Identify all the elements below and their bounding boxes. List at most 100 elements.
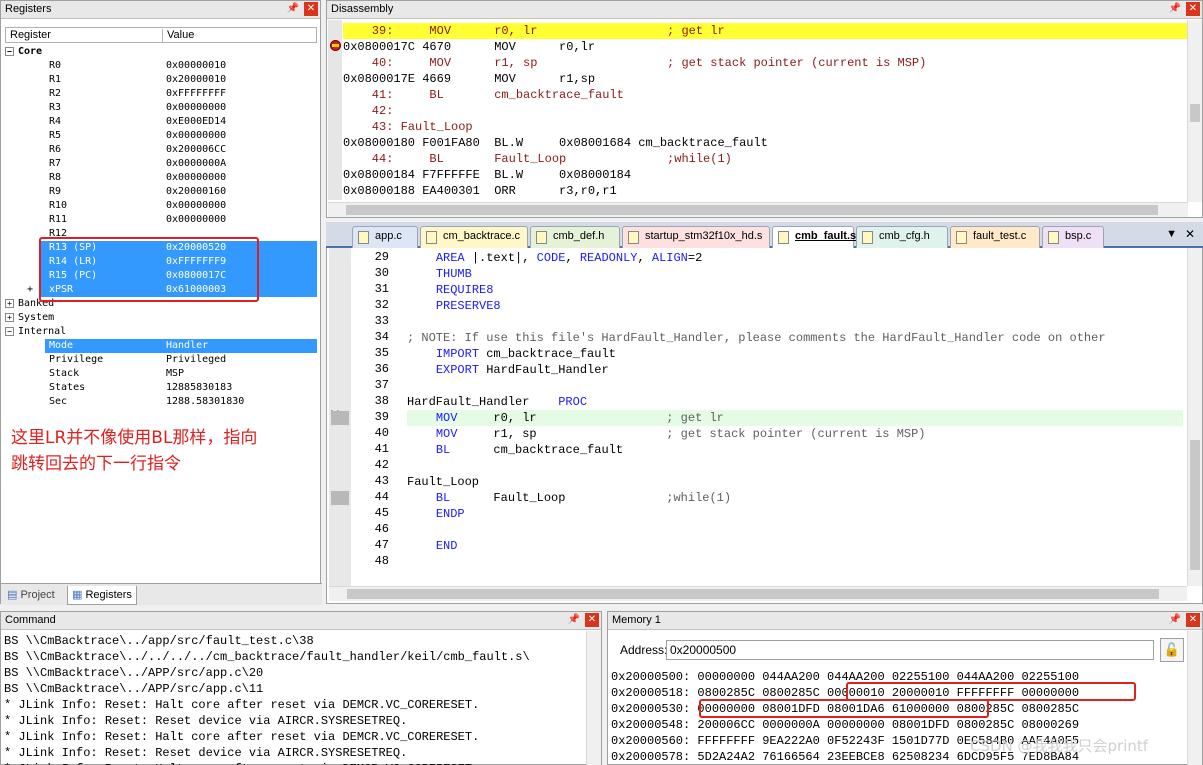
col-value[interactable]: Value [162,29,194,43]
close-icon[interactable]: ✕ [1186,613,1200,627]
disasm-line[interactable]: 0x08000180 F001FA80 BL.W 0x08001684 cm_b… [343,135,1188,151]
register-row[interactable]: R4 0xE000ED14 [5,115,317,129]
command-vscroll[interactable] [586,631,601,765]
register-row[interactable]: R2 0xFFFFFFFF [5,87,317,101]
register-value[interactable]: 0x00000000 [166,199,226,213]
code-line[interactable]: HardFault_Handler PROC [407,394,1183,410]
tab-registers[interactable]: ▦ Registers [67,586,137,605]
code-line[interactable]: END [407,538,1183,554]
register-value[interactable]: 0x00000010 [166,59,226,73]
register-row[interactable]: R3 0x00000000 [5,101,317,115]
register-row[interactable]: R0 0x00000010 [5,59,317,73]
tab-startup-stm32f10x-hd-s[interactable]: startup_stm32f10x_hd.s [622,226,770,248]
collapse-icon[interactable]: − [5,47,14,56]
tab-fault-test-c[interactable]: fault_test.c [950,226,1040,248]
code-line[interactable]: MOV r1, sp ; get stack pointer (current … [407,426,1183,442]
tab-cmb-cfg-h[interactable]: cmb_cfg.h [856,226,948,248]
address-input[interactable] [666,640,1154,660]
register-row[interactable]: R7 0x0000000A [5,157,317,171]
internal-row[interactable]: States 12885830183 [5,381,317,395]
scroll-thumb[interactable] [346,205,1158,215]
tree-system[interactable]: + System [5,311,54,325]
pin-icon[interactable]: 📌 [567,613,581,627]
tree-core[interactable]: − Core [5,45,42,59]
internal-value[interactable]: MSP [166,367,184,381]
close-icon[interactable]: ✕ [585,613,599,627]
register-value[interactable]: 0x0000000A [166,157,226,171]
code-line[interactable]: MOV r0, lr ; get lr [407,410,1183,426]
code-line[interactable] [407,554,1183,570]
register-value[interactable]: 0xFFFFFFFF [166,87,226,101]
register-value[interactable]: 0xE000ED14 [166,115,226,129]
internal-row[interactable]: Privilege Privileged [5,353,317,367]
internal-value[interactable]: 12885830183 [166,381,232,395]
register-row[interactable]: R10 0x00000000 [5,199,317,213]
register-row[interactable]: R1 0x20000010 [5,73,317,87]
disasm-line[interactable]: 0x0800017C 4670 MOV r0,lr [343,39,1188,55]
register-value[interactable]: 0x00000000 [166,171,226,185]
source-line[interactable]: 41: BL cm_backtrace_fault [343,87,1188,103]
code-line[interactable]: REQUIRE8 [407,282,1183,298]
internal-value[interactable]: 1288.58301830 [166,395,244,409]
scroll-thumb[interactable] [1190,440,1200,570]
code-line[interactable] [407,378,1183,394]
tab-project[interactable]: ▤ Project [3,586,59,605]
expand-icon[interactable]: + [27,283,33,297]
scroll-thumb[interactable] [347,589,1159,599]
code-line[interactable]: BL cm_backtrace_fault [407,442,1183,458]
tab-close-icon[interactable]: ✕ [1185,227,1195,241]
editor-vscroll[interactable] [1187,248,1202,586]
code-line[interactable]: PRESERVE8 [407,298,1183,314]
pin-icon[interactable]: 📌 [1168,613,1182,627]
source-line[interactable]: 44: BL Fault_Loop ;while(1) [343,151,1188,167]
code-line[interactable] [407,314,1183,330]
code-line[interactable]: Fault_Loop [407,474,1183,490]
register-value[interactable]: 0x200006CC [166,143,226,157]
close-icon[interactable]: ✕ [1186,2,1200,16]
tab-cmb-def-h[interactable]: cmb_def.h [530,226,620,248]
register-row[interactable]: R8 0x00000000 [5,171,317,185]
register-value[interactable]: 0x00000000 [166,101,226,115]
disasm-line[interactable]: 0x0800017E 4669 MOV r1,sp [343,71,1188,87]
code-line[interactable]: IMPORT cm_backtrace_fault [407,346,1183,362]
close-icon[interactable]: ✕ [304,2,318,16]
register-value[interactable]: 0x00000000 [166,213,226,227]
expand-icon[interactable]: + [5,313,14,322]
tab-cm-backtrace-c[interactable]: cm_backtrace.c [420,226,528,248]
internal-row[interactable]: Sec 1288.58301830 [5,395,317,409]
editor-hscroll[interactable] [329,586,1187,601]
register-row[interactable]: R5 0x00000000 [5,129,317,143]
register-row[interactable]: R6 0x200006CC [5,143,317,157]
code-line[interactable] [407,458,1183,474]
disassembly-hscroll[interactable] [328,202,1188,217]
tab-app-c[interactable]: app.c [352,226,418,248]
tab-cmb-fault-s[interactable]: cmb_fault.s [772,226,856,248]
register-value[interactable]: 0x00000000 [166,129,226,143]
tab-dropdown-icon[interactable]: ▼ [1166,228,1177,240]
internal-row[interactable]: Mode Handler [45,339,317,353]
pin-icon[interactable]: 📌 [1168,2,1182,16]
source-line[interactable]: 39: MOV r0, lr ; get lr [343,23,1188,39]
code-line[interactable]: ENDP [407,506,1183,522]
code-line[interactable]: THUMB [407,266,1183,282]
code-line[interactable]: ; NOTE: If use this file's HardFault_Han… [407,330,1183,346]
pin-icon[interactable]: 📌 [286,2,300,16]
register-value[interactable]: 0x20000010 [166,73,226,87]
code-line[interactable]: AREA |.text|, CODE, READONLY, ALIGN=2 [407,250,1183,266]
collapse-icon[interactable]: − [5,327,14,336]
tab-bsp-c[interactable]: bsp.c [1042,226,1104,248]
source-line[interactable]: 43: Fault_Loop [343,119,1188,135]
memory-vscroll[interactable] [1187,631,1202,765]
register-row[interactable]: R9 0x20000160 [5,185,317,199]
internal-row[interactable]: Stack MSP [5,367,317,381]
code-line[interactable] [407,522,1183,538]
register-value[interactable]: 0x20000160 [166,185,226,199]
source-line[interactable]: 40: MOV r1, sp ; get stack pointer (curr… [343,55,1188,71]
source-line[interactable]: 42: [343,103,1188,119]
expand-icon[interactable]: + [5,299,14,308]
col-register[interactable]: Register [10,29,51,41]
scroll-thumb[interactable] [1190,104,1200,122]
code-editor[interactable]: 29 AREA |.text|, CODE, READONLY, ALIGN=2… [326,248,1203,604]
code-line[interactable]: EXPORT HardFault_Handler [407,362,1183,378]
disasm-line[interactable]: 0x08000184 F7FFFFFE BL.W 0x08000184 [343,167,1188,183]
